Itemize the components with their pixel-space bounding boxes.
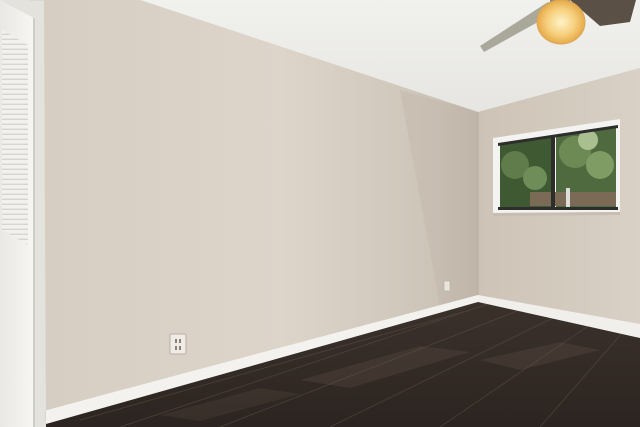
wall-outlet xyxy=(169,333,187,355)
corner-outlet xyxy=(443,280,451,292)
room-illustration xyxy=(0,0,640,427)
room-photo xyxy=(0,0,640,427)
closet-door xyxy=(0,0,46,427)
